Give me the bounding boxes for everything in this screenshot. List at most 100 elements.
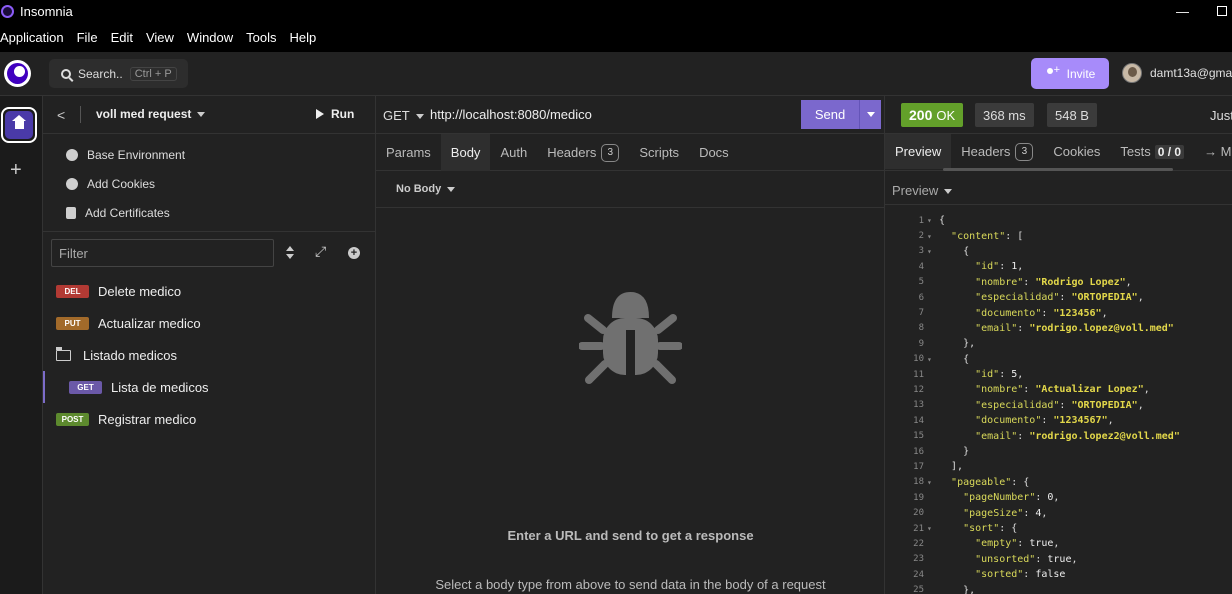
code-line: 16 } — [885, 444, 1232, 459]
body-type-label: No Body — [396, 183, 442, 195]
line-number: 15 — [913, 431, 924, 442]
line-number: 4 — [918, 261, 924, 272]
tab-headers[interactable]: Headers 3 — [537, 134, 629, 171]
run-button[interactable]: Run — [316, 107, 354, 121]
code-line: 18 ▾ "pageable": { — [885, 475, 1232, 490]
body-type-dropdown[interactable]: No Body — [396, 183, 456, 195]
home-button[interactable] — [1, 107, 37, 143]
tab-docs[interactable]: Docs — [689, 134, 739, 171]
line-number: 22 — [913, 538, 924, 549]
user-plus-icon — [1045, 64, 1060, 80]
folder-name: Listado medicos — [83, 347, 177, 363]
menu-edit[interactable]: Edit — [111, 30, 133, 45]
line-number: 18 — [913, 477, 924, 488]
code-line: 1 ▾{ — [885, 213, 1232, 228]
tab-cookies[interactable]: Cookies — [1043, 134, 1110, 169]
base-environment-label: Base Environment — [87, 147, 186, 162]
code-line: 2 ▾ "content": [ — [885, 228, 1232, 243]
menu-help[interactable]: Help — [290, 30, 317, 45]
code-text: { — [939, 353, 970, 365]
code-text: "unsorted": true, — [975, 553, 1078, 565]
add-certificates-label: Add Certificates — [85, 205, 170, 220]
tests-ratio-badge: 0 / 0 — [1154, 144, 1185, 159]
fold-chevron-icon[interactable]: ▾ — [927, 216, 939, 225]
add-certificates-link[interactable]: Add Certificates — [43, 198, 375, 227]
add-cookies-link[interactable]: Add Cookies — [43, 169, 375, 198]
expand-icon[interactable]: ⤢ — [315, 243, 326, 260]
add-request-icon[interactable]: + — [348, 247, 360, 259]
add-project-icon[interactable]: + — [10, 159, 22, 182]
menu-file[interactable]: File — [77, 30, 98, 45]
back-chevron-icon[interactable]: < — [57, 107, 65, 123]
folder-item[interactable]: Listado medicos — [43, 339, 376, 371]
fold-chevron-icon[interactable]: ▾ — [927, 232, 939, 241]
code-text: "pageSize": 4, — [963, 507, 1048, 519]
method-badge: PUT — [56, 316, 89, 330]
response-status-bar: 200 OK 368 ms 548 B Just — [885, 96, 1232, 134]
code-line: 6 "especialidad": "ORTOPEDIA", — [885, 290, 1232, 305]
tab-auth[interactable]: Auth — [490, 134, 537, 171]
list-item[interactable]: POST Registrar medico — [43, 403, 376, 435]
tab-params[interactable]: Params — [376, 134, 441, 171]
divider — [80, 106, 81, 123]
status-text: OK — [936, 107, 956, 123]
maximize-icon — [1217, 6, 1227, 16]
list-item[interactable]: PUT Actualizar medico — [43, 307, 376, 339]
fold-chevron-icon[interactable]: ▾ — [927, 247, 939, 256]
minimize-button[interactable]: — — [1176, 0, 1189, 22]
fold-chevron-icon[interactable]: ▾ — [927, 524, 939, 533]
code-text: "nombre": "Rodrigo Lopez", — [975, 276, 1132, 288]
request-name: Delete medico — [98, 283, 182, 299]
tab-body[interactable]: Body — [440, 134, 491, 171]
line-number: 12 — [913, 384, 924, 395]
maximize-button[interactable] — [1217, 0, 1227, 22]
code-line: 5 "nombre": "Rodrigo Lopez", — [885, 275, 1232, 290]
code-text: "especialidad": "ORTOPEDIA", — [975, 399, 1144, 411]
status-badge: 200 OK — [901, 103, 964, 127]
method-badge: POST — [56, 412, 89, 426]
tab-scripts[interactable]: Scripts — [629, 134, 689, 171]
request-name: Registrar medico — [98, 411, 197, 427]
invite-button[interactable]: Invite — [1031, 58, 1109, 89]
send-options-button[interactable] — [859, 100, 881, 129]
code-text: "email": "rodrigo.lopez2@voll.med" — [975, 430, 1180, 442]
sort-icon[interactable] — [286, 246, 294, 260]
method-label: GET — [383, 108, 410, 123]
certificate-icon — [66, 206, 76, 219]
menu-view[interactable]: View — [146, 30, 174, 45]
list-item[interactable]: DEL Delete medico — [43, 275, 376, 307]
tab-preview[interactable]: Preview — [885, 134, 952, 169]
url-input[interactable]: http://localhost:8080/medico — [430, 107, 592, 122]
tab-tests[interactable]: Tests 0 / 0 — [1110, 134, 1194, 169]
menu-tools[interactable]: Tools — [246, 30, 276, 45]
list-item-active[interactable]: GET Lista de medicos — [43, 371, 376, 403]
menu-window[interactable]: Window — [187, 30, 233, 45]
window-title: Insomnia — [20, 3, 73, 19]
project-dropdown[interactable]: voll med request — [96, 107, 206, 121]
response-json-viewer[interactable]: 1 ▾{2 ▾ "content": [3 ▾ {4 "id": 1, 5 "nombr… — [885, 213, 1232, 594]
empty-state-title: Enter a URL and send to get a response — [507, 528, 754, 543]
tab-response-headers[interactable]: Headers 3 — [951, 134, 1043, 169]
tab-more[interactable]: → Mo — [1194, 134, 1232, 169]
insomnia-home-logo-icon[interactable] — [4, 60, 31, 87]
search-button[interactable]: Search.. Ctrl + P — [49, 59, 188, 88]
method-dropdown[interactable]: GET — [383, 108, 424, 123]
left-rail: + — [0, 96, 43, 594]
code-line: 17 ], — [885, 459, 1232, 474]
tab-tests-label: Tests — [1120, 144, 1151, 159]
search-label: Search.. — [78, 66, 123, 81]
line-number: 3 — [918, 246, 924, 257]
fold-chevron-icon[interactable]: ▾ — [927, 478, 939, 487]
code-text: "pageable": { — [951, 476, 1030, 488]
preview-mode-dropdown[interactable]: Preview — [892, 183, 953, 198]
user-email[interactable]: damt13a@gmail — [1150, 66, 1232, 80]
send-button[interactable]: Send — [801, 100, 881, 129]
fold-chevron-icon[interactable]: ▾ — [927, 355, 939, 364]
menu-application[interactable]: Application — [0, 30, 64, 45]
base-environment-link[interactable]: Base Environment — [43, 140, 375, 169]
menu-bar: Application File Edit View Window Tools … — [0, 22, 1232, 52]
avatar[interactable] — [1122, 63, 1142, 83]
line-number: 21 — [913, 523, 924, 534]
line-number: 7 — [918, 308, 924, 319]
filter-input[interactable] — [51, 239, 274, 267]
